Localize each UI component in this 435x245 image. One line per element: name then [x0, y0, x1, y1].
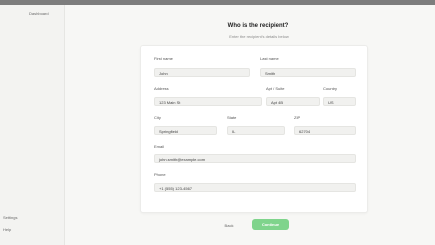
apt-label: Apt / Suite	[266, 86, 285, 91]
sidebar-footer-item-settings[interactable]: Settings	[3, 216, 17, 220]
email-label: Email	[154, 144, 165, 149]
sidebar-footer-item-help[interactable]: Help	[3, 228, 11, 232]
recipient-form-card: First name John Last name Smith Address …	[140, 45, 368, 213]
sidebar: Dashboard Settings Help	[0, 5, 65, 245]
address-field[interactable]: 123 Main St	[154, 97, 262, 106]
first-name-field[interactable]: John	[154, 68, 250, 77]
state-field[interactable]: IL	[227, 126, 285, 135]
last-name-field[interactable]: Smith	[260, 68, 356, 77]
page-subtitle: Enter the recipient's details below	[229, 34, 289, 39]
last-name-label: Last name	[260, 56, 279, 61]
sidebar-nav-item[interactable]: Dashboard	[29, 12, 61, 16]
country-field[interactable]: US	[323, 97, 356, 106]
state-label: State	[227, 115, 237, 120]
email-field[interactable]: john.smith@example.com	[154, 154, 356, 163]
city-field[interactable]: Springfield	[154, 126, 217, 135]
zip-label: ZIP	[294, 115, 301, 120]
first-name-label: First name	[154, 56, 173, 61]
page-title: Who is the recipient?	[227, 23, 289, 29]
phone-label: Phone	[154, 172, 166, 177]
phone-field[interactable]: +1 (555) 123-4567	[154, 183, 356, 192]
back-button[interactable]: Back	[217, 220, 241, 231]
window-top-bar	[0, 0, 435, 5]
city-label: City	[154, 115, 161, 120]
address-label: Address	[154, 86, 169, 91]
country-label: Country	[323, 86, 338, 91]
apt-field[interactable]: Apt 4B	[266, 97, 320, 106]
continue-button[interactable]: Continue	[252, 219, 289, 230]
zip-field[interactable]: 62704	[294, 126, 356, 135]
